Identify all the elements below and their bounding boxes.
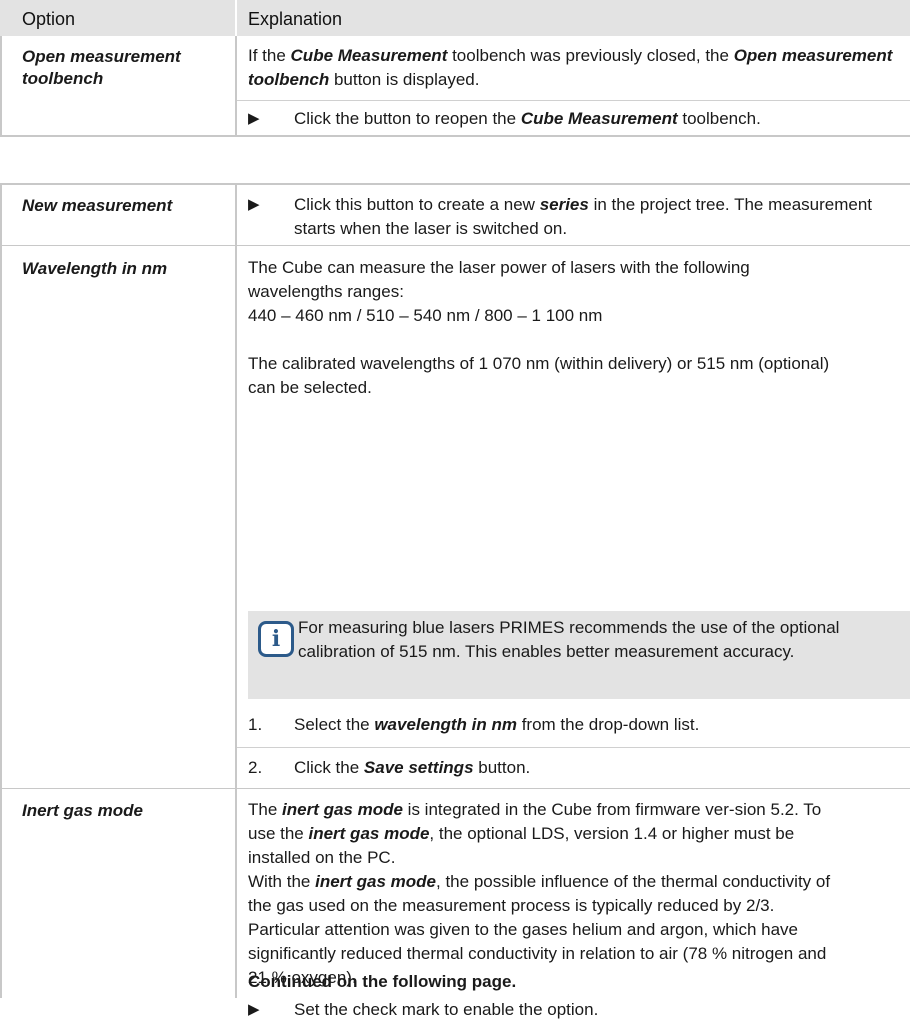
wavelength-description: The Cube can measure the laser power of … [248, 258, 750, 301]
step-number: 1. [248, 715, 263, 734]
inert-gas-description: The inert gas mode is integrated in the … [248, 800, 822, 867]
open-toolbench-step: Click the button to reopen the Cube Meas… [294, 109, 761, 128]
header-option: Option [22, 9, 76, 29]
inert-gas-influence: With the inert gas mode, the possible in… [248, 872, 831, 915]
inert-gas-step: Set the check mark to enable the option. [294, 1000, 599, 1019]
wavelength-step-2: Click the Save settings button. [294, 758, 531, 777]
step-number: 2. [248, 758, 263, 777]
wavelength-ranges: 440 – 460 nm / 510 – 540 nm / 800 – 1 10… [248, 306, 603, 325]
info-icon: i [258, 621, 294, 657]
header-divider [235, 0, 237, 36]
open-toolbench-description: If the Cube Measurement toolbench was pr… [248, 46, 893, 89]
calibrated-wavelengths: The calibrated wavelengths of 1 070 nm (… [248, 354, 830, 397]
table2-column-divider [235, 183, 237, 998]
continued-note: Continued on the following page. [248, 972, 517, 991]
column-divider [235, 36, 237, 136]
option-inert-gas-mode: Inert gas mode [22, 801, 143, 820]
option-new-measurement: New measurement [22, 196, 173, 215]
arrow-icon: ▶ [248, 196, 260, 213]
table-bottom-border [0, 135, 910, 137]
table2-top-border [0, 183, 910, 185]
row-separator [0, 245, 910, 246]
option-wavelength-in-nm: Wavelength in nm [22, 259, 168, 278]
row-separator [237, 100, 910, 101]
arrow-icon: ▶ [248, 110, 260, 127]
header-explanation: Explanation [248, 9, 343, 29]
row-separator [0, 788, 910, 789]
option-open-measurement-toolbench: Open measurement toolbench [22, 47, 181, 88]
table-header [0, 0, 910, 36]
arrow-icon: ▶ [248, 1001, 260, 1018]
info-text: For measuring blue lasers PRIMES recomme… [298, 618, 840, 661]
new-measurement-step: Click this button to create a new series… [294, 195, 873, 238]
table-left-border [0, 36, 2, 136]
info-box: i For measuring blue lasers PRIMES recom… [248, 611, 910, 699]
table2-left-border [0, 183, 2, 998]
wavelength-step-1: Select the wavelength in nm from the dro… [294, 715, 700, 734]
row-separator [237, 747, 910, 748]
